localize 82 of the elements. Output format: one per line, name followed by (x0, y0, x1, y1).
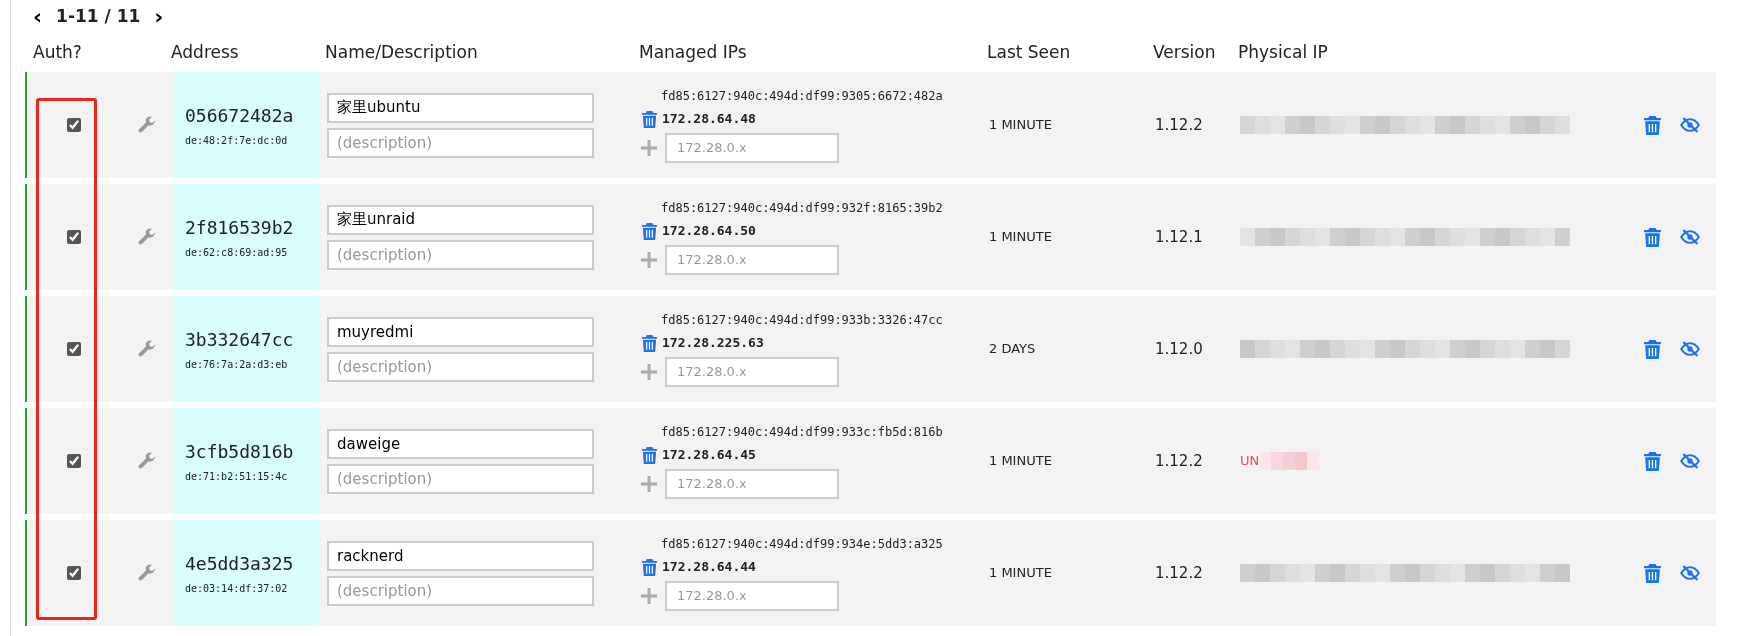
wrench-icon[interactable] (137, 115, 157, 135)
ipv4-address: 172.28.64.48 (662, 110, 756, 129)
description-field[interactable]: (description) (327, 239, 594, 270)
mac-address: de:76:7a:2a:d3:eb (185, 358, 289, 372)
trash-icon[interactable] (641, 334, 658, 352)
pixelated-text (1259, 452, 1320, 470)
name-field[interactable]: muyredmi (327, 316, 594, 347)
column-header: Name/Description (324, 41, 479, 65)
auth-checkbox[interactable] (67, 230, 81, 244)
ipv4-address: 172.28.64.45 (662, 446, 756, 465)
version: 1.12.1 (1155, 226, 1204, 248)
last-seen: 1 MINUTE (989, 228, 1053, 247)
version: 1.12.2 (1155, 562, 1204, 584)
last-seen: 2 DAYS (989, 340, 1037, 359)
hide-icon[interactable] (1680, 563, 1700, 583)
description-field[interactable]: (description) (327, 351, 594, 382)
wrench-icon[interactable] (137, 227, 157, 247)
wrench-icon[interactable] (137, 339, 157, 359)
trash-icon[interactable] (1643, 115, 1662, 135)
auth-checkbox[interactable] (67, 566, 81, 580)
physical-ip: UN (1240, 452, 1260, 471)
version: 1.12.0 (1155, 338, 1204, 360)
name-field[interactable]: 家里unraid (327, 204, 594, 235)
mac-address: de:62:c8:69:ad:95 (185, 246, 289, 260)
column-header: Version (1153, 41, 1217, 65)
ip-input-field[interactable]: 172.28.0.x (665, 580, 839, 611)
mac-address: de:03:14:df:37:02 (185, 582, 289, 596)
ipv6-address: fd85:6127:940c:494d:df99:933c:fb5d:816b (660, 424, 944, 442)
mac-address: de:71:b2:51:15:4c (185, 470, 289, 484)
trash-icon[interactable] (1643, 451, 1662, 471)
ipv6-address: fd85:6127:940c:494d:df99:9305:6672:482a (660, 88, 944, 106)
version: 1.12.2 (1155, 114, 1204, 136)
node-address: 056672482a (185, 104, 295, 128)
version: 1.12.2 (1155, 450, 1204, 472)
column-header: Last Seen (987, 41, 1072, 65)
ipv4-address: 172.28.64.50 (662, 222, 756, 241)
next-page-button[interactable]: › (154, 6, 164, 28)
auth-checkbox[interactable] (67, 454, 81, 468)
description-field[interactable]: (description) (327, 575, 594, 606)
mac-address: de:48:2f:7e:dc:0d (185, 134, 289, 148)
column-header: Address (171, 41, 240, 65)
ip-input-field[interactable]: 172.28.0.x (665, 468, 839, 499)
trash-icon[interactable] (641, 222, 658, 240)
ipv4-address: 172.28.64.44 (662, 558, 756, 577)
hide-icon[interactable] (1680, 115, 1700, 135)
wrench-icon[interactable] (137, 451, 157, 471)
last-seen: 1 MINUTE (989, 116, 1053, 135)
description-field[interactable]: (description) (327, 463, 594, 494)
node-address: 3cfb5d816b (185, 440, 295, 464)
hide-icon[interactable] (1680, 339, 1700, 359)
trash-icon[interactable] (1643, 227, 1662, 247)
trash-icon[interactable] (641, 446, 658, 464)
ipv6-address: fd85:6127:940c:494d:df99:932f:8165:39b2 (660, 200, 944, 218)
page-range: 1-11 / 11 (56, 5, 141, 29)
name-field[interactable]: racknerd (327, 540, 594, 571)
trash-icon[interactable] (641, 110, 658, 128)
trash-icon[interactable] (641, 558, 658, 576)
hide-icon[interactable] (1680, 451, 1700, 471)
ipv6-address: fd85:6127:940c:494d:df99:933b:3326:47cc (660, 312, 944, 330)
ipv6-address: fd85:6127:940c:494d:df99:934e:5dd3:a325 (660, 536, 944, 554)
ip-input-field[interactable]: 172.28.0.x (665, 132, 839, 163)
wrench-icon[interactable] (137, 563, 157, 583)
node-address: 2f816539b2 (185, 216, 295, 240)
auth-checkbox[interactable] (67, 118, 81, 132)
description-field[interactable]: (description) (327, 127, 594, 158)
ip-input-field[interactable]: 172.28.0.x (665, 244, 839, 275)
column-header: Managed IPs (638, 41, 748, 65)
previous-page-button[interactable]: ‹ (33, 6, 43, 28)
hide-icon[interactable] (1680, 227, 1700, 247)
name-field[interactable]: daweige (327, 428, 594, 459)
auth-checkbox[interactable] (67, 342, 81, 356)
last-seen: 1 MINUTE (989, 452, 1053, 471)
trash-icon[interactable] (1643, 563, 1662, 583)
column-header: Physical IP (1238, 41, 1329, 65)
ipv4-address: 172.28.225.63 (662, 334, 764, 353)
column-header: Auth? (32, 41, 83, 65)
node-address: 4e5dd3a325 (185, 552, 295, 576)
node-address: 3b332647cc (185, 328, 295, 352)
ip-input-field[interactable]: 172.28.0.x (665, 356, 839, 387)
trash-icon[interactable] (1643, 339, 1662, 359)
last-seen: 1 MINUTE (989, 564, 1053, 583)
name-field[interactable]: 家里ubuntu (327, 92, 594, 123)
